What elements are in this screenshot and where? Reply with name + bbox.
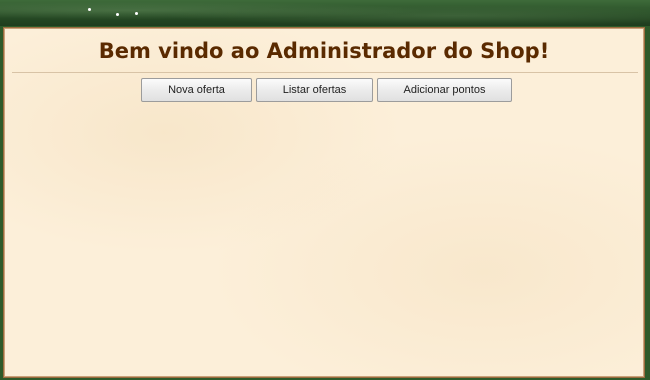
action-toolbar: Nova oferta Listar ofertas Adicionar pon… [141, 78, 516, 102]
star-decoration [116, 13, 119, 16]
top-banner [0, 0, 650, 26]
new-offer-button[interactable]: Nova oferta [141, 78, 252, 102]
star-decoration [88, 8, 91, 11]
page-title: Bem vindo ao Administrador do Shop! [98, 39, 550, 63]
title-divider [12, 72, 638, 73]
add-points-button[interactable]: Adicionar pontos [377, 78, 512, 102]
admin-panel: Bem vindo ao Administrador do Shop! Nova… [3, 27, 645, 378]
star-decoration [135, 12, 138, 15]
list-offers-button[interactable]: Listar ofertas [256, 78, 373, 102]
